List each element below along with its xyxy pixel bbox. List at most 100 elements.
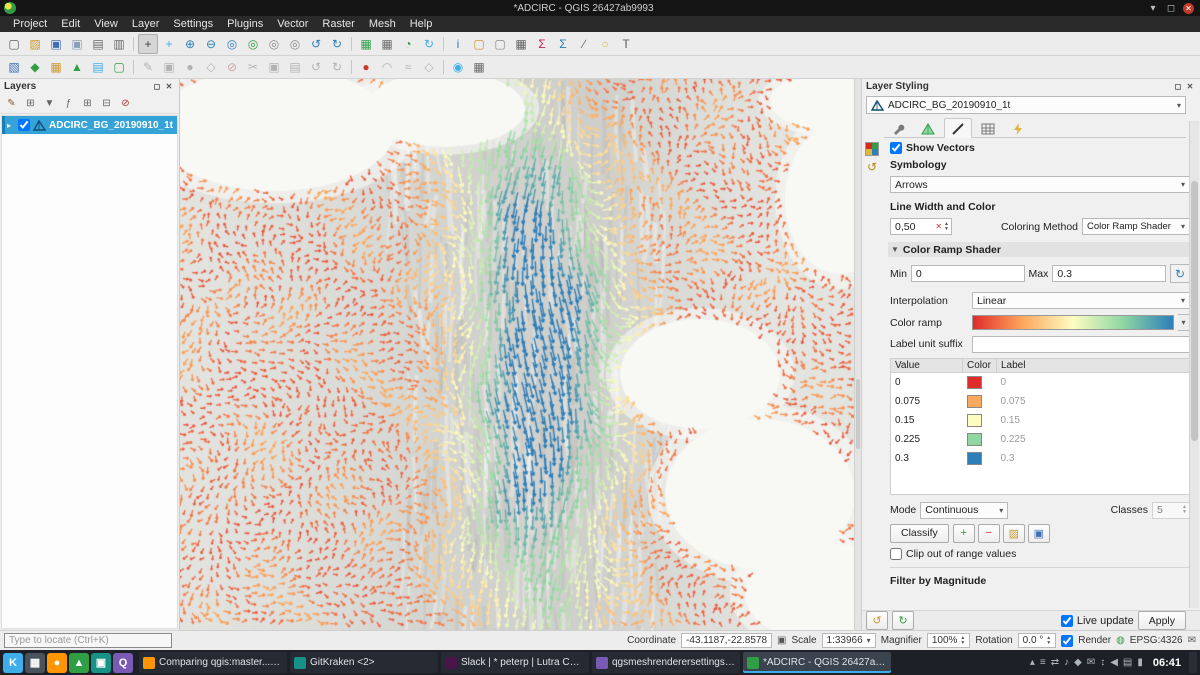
styling-scrollbar[interactable] bbox=[1189, 121, 1199, 608]
spinner-arrows-icon[interactable]: ▲▼ bbox=[1182, 505, 1187, 515]
text-annotation-icon[interactable]: T bbox=[616, 34, 636, 54]
min-input[interactable]: 0 bbox=[911, 265, 1025, 282]
task-qgis[interactable]: *ADCIRC - QGIS 26427ab9993 bbox=[743, 652, 891, 673]
panel-splitter[interactable] bbox=[854, 79, 862, 630]
column-header-color[interactable]: Color bbox=[963, 359, 997, 373]
tray-network-icon[interactable]: ↕ bbox=[1100, 657, 1105, 668]
show-desktop-button[interactable] bbox=[1189, 652, 1197, 673]
window-menu-icon[interactable]: ▾ bbox=[1147, 3, 1159, 14]
toolbar-separator[interactable] bbox=[130, 58, 137, 76]
save-color-map-icon[interactable]: ▣ bbox=[1028, 524, 1050, 543]
line-width-spinbox[interactable]: 0,50 ✕ ▲▼ bbox=[890, 218, 952, 235]
digitize-curve-icon[interactable]: ◠ bbox=[377, 57, 397, 77]
field-calculator-icon[interactable]: Σ bbox=[532, 34, 552, 54]
redo-icon[interactable]: ↻ bbox=[327, 57, 347, 77]
color-ramp-shader-section[interactable]: ▼ Color Ramp Shader bbox=[888, 242, 1194, 257]
record-icon[interactable]: ● bbox=[356, 57, 376, 77]
table-row[interactable]: 0.075 0.075 bbox=[891, 392, 1190, 411]
column-header-value[interactable]: Value bbox=[891, 359, 963, 373]
identify-features-icon[interactable]: i bbox=[448, 34, 468, 54]
styling-close-icon[interactable]: ✕ bbox=[1184, 82, 1196, 91]
color-swatch[interactable] bbox=[967, 395, 982, 408]
editor-launcher-icon[interactable]: Q bbox=[113, 653, 133, 673]
zoom-full-icon[interactable]: ◎ bbox=[243, 34, 263, 54]
filter-legend-icon[interactable]: ▼ bbox=[41, 95, 58, 112]
pan-to-selection-icon[interactable]: + bbox=[159, 34, 179, 54]
app-launcher-icon[interactable]: K bbox=[3, 653, 23, 673]
color-swatch[interactable] bbox=[967, 414, 982, 427]
undo-style-icon[interactable]: ↺ bbox=[866, 611, 888, 630]
task-editor[interactable]: qgsmeshrenderersettings.h... bbox=[592, 652, 740, 673]
menu-layer[interactable]: Layer bbox=[125, 16, 167, 32]
tab-vector-styling[interactable] bbox=[944, 118, 972, 138]
toolbar-separator[interactable] bbox=[348, 35, 355, 53]
layer-expander-icon[interactable]: ▸ bbox=[7, 121, 15, 130]
data-source-manager-icon[interactable]: ▧ bbox=[4, 57, 24, 77]
styling-float-icon[interactable]: ◻ bbox=[1172, 82, 1184, 91]
layers-float-icon[interactable]: ◻ bbox=[151, 82, 163, 91]
rotation-spinbox[interactable]: 0.0 ° ▲▼ bbox=[1018, 633, 1057, 648]
load-color-map-icon[interactable]: ▨ bbox=[1003, 524, 1025, 543]
zoom-next-icon[interactable]: ↻ bbox=[327, 34, 347, 54]
tray-expand-icon[interactable]: ▴ bbox=[1030, 657, 1035, 668]
stream-digitize-icon[interactable]: ≈ bbox=[398, 57, 418, 77]
cell-value[interactable]: 0.075 bbox=[891, 392, 963, 411]
symbology-combo[interactable]: Arrows ▾ bbox=[890, 176, 1190, 193]
tray-volume-icon[interactable]: ◀ bbox=[1110, 657, 1118, 668]
layout-manager-icon[interactable]: ▥ bbox=[109, 34, 129, 54]
cell-color[interactable] bbox=[963, 411, 997, 430]
history-icon[interactable]: ↺ bbox=[867, 160, 877, 174]
tray-clipboard-icon[interactable]: ▤ bbox=[1123, 657, 1132, 668]
magnifier-spinbox[interactable]: 100% ▲▼ bbox=[927, 633, 971, 648]
add-vector-layer-icon[interactable]: ◆ bbox=[25, 57, 45, 77]
layers-close-icon[interactable]: ✕ bbox=[163, 82, 175, 91]
zoom-in-icon[interactable]: ⊕ bbox=[180, 34, 200, 54]
styling-layer-selector[interactable]: ADCIRC_BG_20190910_1t ▾ bbox=[866, 96, 1186, 114]
cell-label[interactable]: 0 bbox=[997, 373, 1190, 393]
refresh-map-icon[interactable]: ↻ bbox=[419, 34, 439, 54]
menu-settings[interactable]: Settings bbox=[166, 16, 220, 32]
map-canvas[interactable] bbox=[180, 79, 854, 630]
delete-selected-icon[interactable]: ⊘ bbox=[222, 57, 242, 77]
menu-vector[interactable]: Vector bbox=[270, 16, 315, 32]
window-close-icon[interactable]: ✕ bbox=[1183, 3, 1194, 14]
move-feature-icon[interactable]: ◇ bbox=[201, 57, 221, 77]
firefox-launcher-icon[interactable]: ● bbox=[47, 653, 67, 673]
symbology-palette-icon[interactable] bbox=[865, 142, 879, 156]
tray-updates-icon[interactable]: ⇄ bbox=[1051, 657, 1059, 668]
pager-icon[interactable]: ▦ bbox=[25, 653, 45, 673]
interpolation-combo[interactable]: Linear ▾ bbox=[972, 292, 1190, 309]
new-project-icon[interactable]: ▢ bbox=[4, 34, 24, 54]
menu-help[interactable]: Help bbox=[403, 16, 440, 32]
add-raster-layer-icon[interactable]: ▦ bbox=[46, 57, 66, 77]
color-swatch[interactable] bbox=[967, 452, 982, 465]
scale-combo[interactable]: 1:33966 ▾ bbox=[822, 633, 876, 648]
layer-visibility-checkbox[interactable] bbox=[18, 119, 30, 131]
save-as-icon[interactable]: ▣ bbox=[67, 34, 87, 54]
crs-label[interactable]: EPSG:4326 bbox=[1130, 635, 1183, 646]
color-ramp-preview[interactable] bbox=[972, 315, 1174, 330]
classify-button[interactable]: Classify bbox=[890, 524, 949, 543]
new-3d-view-icon[interactable]: ▦ bbox=[377, 34, 397, 54]
files-launcher-icon[interactable]: ▲ bbox=[69, 653, 89, 673]
splitter-handle[interactable] bbox=[856, 379, 860, 449]
toolbar-separator[interactable] bbox=[130, 35, 137, 53]
new-map-view-icon[interactable]: ▦ bbox=[356, 34, 376, 54]
render-checkbox[interactable] bbox=[1061, 635, 1073, 647]
toolbar-separator[interactable] bbox=[348, 58, 355, 76]
toolbar-separator[interactable] bbox=[440, 35, 447, 53]
clock[interactable]: 06:41 bbox=[1153, 657, 1181, 669]
scrollbar-thumb[interactable] bbox=[1191, 181, 1198, 441]
select-features-icon[interactable]: ▢ bbox=[469, 34, 489, 54]
zoom-to-selection-icon[interactable]: ◎ bbox=[264, 34, 284, 54]
add-mesh-layer-icon[interactable]: ▲ bbox=[67, 57, 87, 77]
extents-icon[interactable]: ▣ bbox=[777, 635, 786, 646]
tray-media-icon[interactable]: ♪ bbox=[1064, 657, 1069, 668]
tray-mail-icon[interactable]: ✉ bbox=[1087, 657, 1095, 668]
table-row[interactable]: 0.15 0.15 bbox=[891, 411, 1190, 430]
menu-mesh[interactable]: Mesh bbox=[362, 16, 403, 32]
measure-icon[interactable]: ∕ bbox=[574, 34, 594, 54]
cell-color[interactable] bbox=[963, 392, 997, 411]
open-project-icon[interactable]: ▨ bbox=[25, 34, 45, 54]
undo-icon[interactable]: ↺ bbox=[306, 57, 326, 77]
